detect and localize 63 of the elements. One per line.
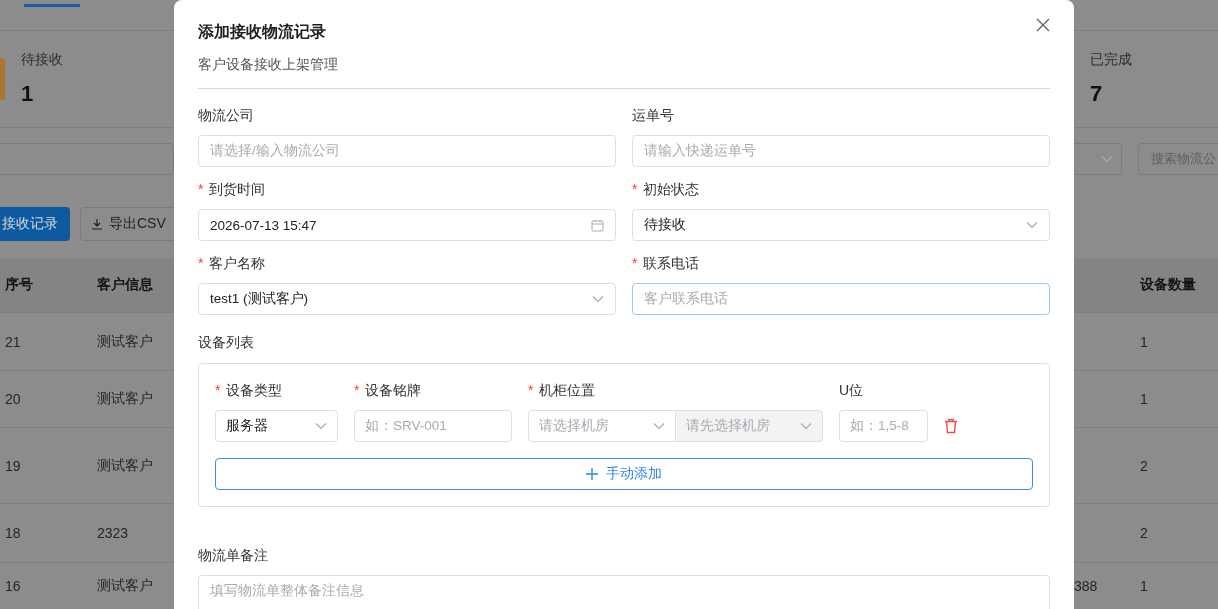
table-cell-text: 19 [4, 457, 22, 474]
chevron-down-icon [315, 422, 327, 430]
export-button[interactable]: 导出CSV [80, 207, 177, 241]
add-device-button[interactable]: 手动添加 [215, 458, 1033, 490]
table-cell-text: 1 [1139, 578, 1148, 594]
table-cell-text: 1 [1139, 391, 1148, 407]
table-cell-text: 16 [4, 578, 22, 594]
download-icon [91, 218, 103, 230]
field-label: * 设备类型 [215, 382, 284, 400]
field-label: U位 [839, 382, 865, 400]
input-field[interactable]: 请输入快递运单号 [632, 135, 1050, 167]
input-field[interactable]: 如：SRV-001 [354, 410, 512, 442]
stat-label: 已完成 [1090, 51, 1132, 69]
select-field[interactable]: test1 (测试客户) [198, 283, 616, 315]
column-header: 序号 [4, 276, 34, 294]
table-cell: 388 [1074, 578, 1098, 594]
column-header: 设备数量 [1138, 276, 1196, 294]
chevron-down-icon [800, 422, 812, 430]
field-label: 物流单备注 [198, 547, 269, 565]
chevron-down-icon [1026, 221, 1038, 229]
field-label: * 初始状态 [632, 181, 701, 199]
field-label: 设备列表 [198, 334, 254, 350]
input-field[interactable]: 请选择/输入物流公司 [198, 135, 616, 167]
input-field[interactable]: 客户联系电话 [632, 283, 1050, 315]
chevron-down-icon [1101, 155, 1113, 163]
field-label: * 机柜位置 [528, 382, 597, 400]
table-cell-text: 1 [1139, 333, 1148, 350]
calendar-icon [591, 218, 604, 232]
table-cell: 测试客户 [97, 390, 153, 408]
close-icon[interactable] [1036, 18, 1050, 32]
table-cell: 测试客户 [97, 577, 153, 595]
stat-value: 1 [21, 81, 35, 107]
field-label: 运单号 [632, 107, 675, 125]
table-cell: 测试客户 [97, 456, 153, 475]
table-cell-text: 18 [4, 525, 22, 541]
plus-icon [586, 468, 598, 480]
field-label: * 设备铭牌 [354, 382, 423, 400]
table-cell-text: 20 [4, 391, 22, 407]
filter-field[interactable] [0, 143, 174, 175]
select-field[interactable]: 待接收 [632, 209, 1050, 241]
chevron-down-icon [653, 422, 665, 430]
date-field[interactable]: 2026-07-13 15:47 [198, 209, 616, 241]
table-cell-text: 2 [1139, 457, 1148, 474]
table-cell: 2323 [97, 525, 129, 541]
field-label: * 联系电话 [632, 255, 701, 273]
table-cell-text: 21 [4, 333, 22, 350]
dialog-subtitle: 客户设备接收上架管理 [198, 56, 1050, 89]
field-label: 物流公司 [198, 107, 255, 125]
chevron-down-icon [592, 295, 604, 303]
column-header: 客户信息 [97, 276, 153, 294]
table-cell-text: 2 [1139, 525, 1148, 541]
table-cell: 测试客户 [97, 332, 153, 351]
field-label: * 到货时间 [198, 181, 267, 199]
add-record-button[interactable]: 接收记录 [0, 207, 70, 241]
stat-label: 待接收 [21, 51, 63, 69]
select-field[interactable]: 服务器 [215, 410, 338, 442]
select-field[interactable]: 请选择机房 [528, 410, 676, 442]
field-label: * 客户名称 [198, 255, 267, 273]
tab-indicator [24, 4, 80, 7]
remark-field[interactable]: 填写物流单整体备注信息 [198, 575, 1050, 609]
stat-value: 7 [1090, 81, 1104, 107]
dialog-title: 添加接收物流记录 [198, 22, 326, 42]
input-field[interactable]: 如：1,5-8 [839, 410, 928, 442]
